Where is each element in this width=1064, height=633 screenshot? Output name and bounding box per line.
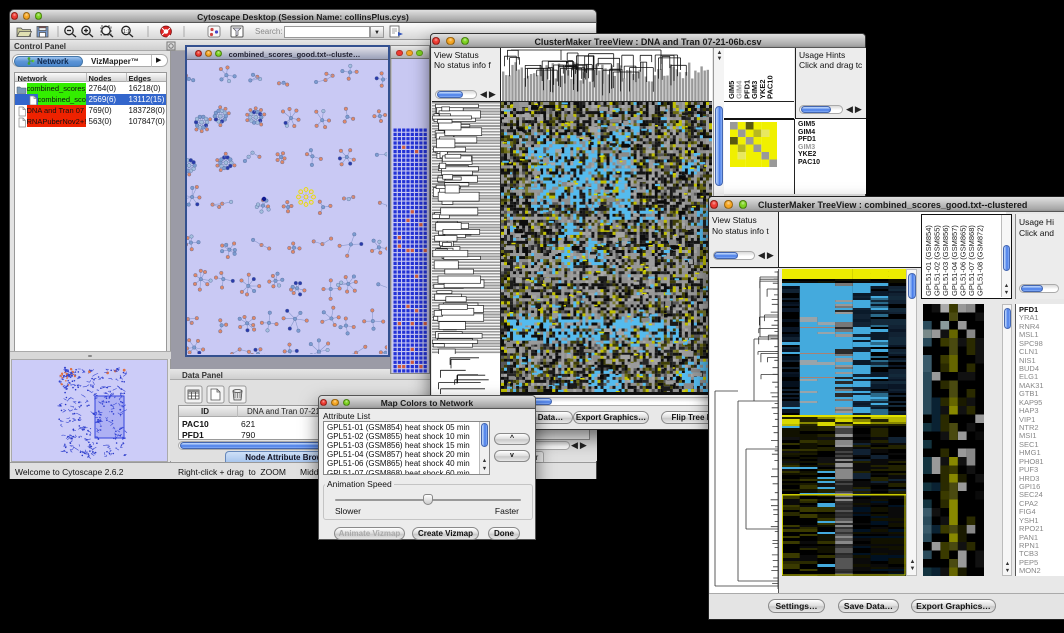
svg-text:PAC10: PAC10 xyxy=(766,75,775,99)
svg-text:1:1: 1:1 xyxy=(123,29,130,35)
svg-text:GPL51-08 (GSM872): GPL51-08 (GSM872) xyxy=(976,225,985,296)
